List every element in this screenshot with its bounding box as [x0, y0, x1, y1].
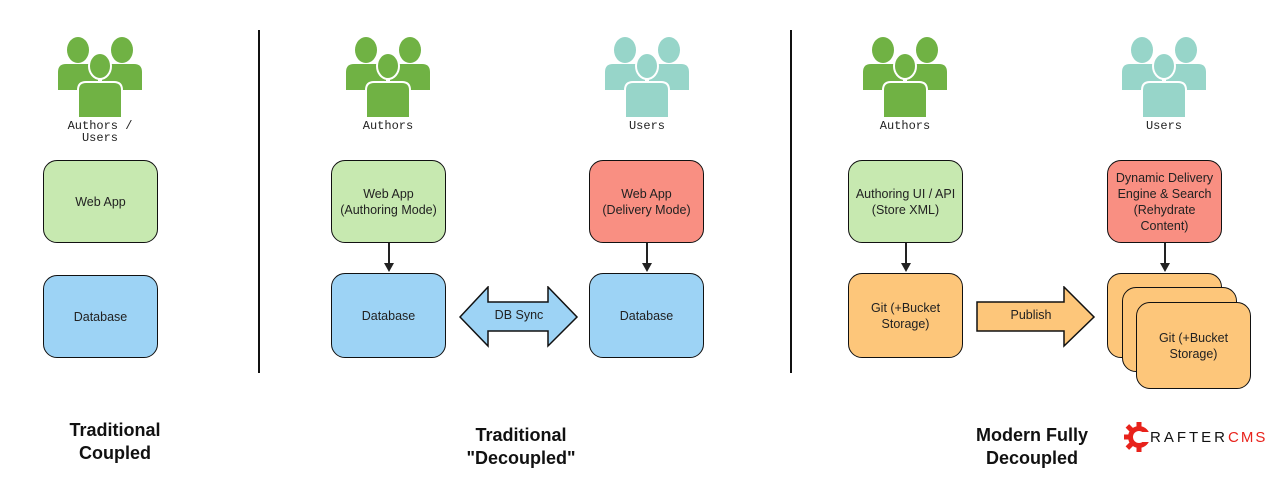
- section-divider: [790, 30, 792, 373]
- git-storage-box: Git (+Bucket Storage): [848, 273, 963, 358]
- connector-line: [388, 243, 390, 264]
- git-storage-replicated-box: Git (+Bucket Storage): [1136, 302, 1251, 389]
- connector-line: [1164, 243, 1166, 264]
- logo-text-crafter: RAFTER: [1150, 428, 1228, 446]
- architecture-diagram: Authors / Users Web App Database Traditi…: [0, 0, 1280, 504]
- section-divider: [258, 30, 260, 373]
- arrow-head: [901, 263, 911, 272]
- connector-line: [646, 243, 648, 264]
- web-app-box: Web App: [43, 160, 158, 243]
- arrow-head: [642, 263, 652, 272]
- authoring-ui-box: Authoring UI / API (Store XML): [848, 160, 963, 243]
- arrow-head: [384, 263, 394, 272]
- logo-text-cms: CMS: [1228, 428, 1268, 446]
- arrow-head: [1160, 263, 1170, 272]
- delivery-web-app-box: Web App (Delivery Mode): [589, 160, 704, 243]
- users-group-icon: [605, 36, 689, 118]
- authors-group-icon: [346, 36, 430, 118]
- modern-decoupled-title: Modern Fully Decoupled: [976, 425, 1088, 468]
- authors-label: Authors: [362, 119, 414, 133]
- delivery-database-box: Database: [589, 273, 704, 358]
- authors-users-group-icon: [58, 36, 142, 118]
- connector-line: [905, 243, 907, 264]
- traditional-coupled-title: Traditional Coupled: [69, 420, 161, 463]
- authors-users-label: Authors / Users: [67, 119, 133, 145]
- authoring-database-box: Database: [331, 273, 446, 358]
- database-box: Database: [43, 275, 158, 358]
- authors-label: Authors: [879, 119, 931, 133]
- craftercms-logo: RAFTER CMS: [1124, 422, 1267, 452]
- users-label: Users: [628, 119, 665, 133]
- traditional-decoupled-title: Traditional "Decoupled": [466, 425, 576, 468]
- delivery-engine-box: Dynamic Delivery Engine & Search (Rehydr…: [1107, 160, 1222, 243]
- authoring-web-app-box: Web App (Authoring Mode): [331, 160, 446, 243]
- db-sync-label: DB Sync: [494, 308, 544, 322]
- users-group-icon: [1122, 36, 1206, 118]
- users-label: Users: [1145, 119, 1182, 133]
- publish-label: Publish: [1010, 308, 1052, 322]
- authors-group-icon: [863, 36, 947, 118]
